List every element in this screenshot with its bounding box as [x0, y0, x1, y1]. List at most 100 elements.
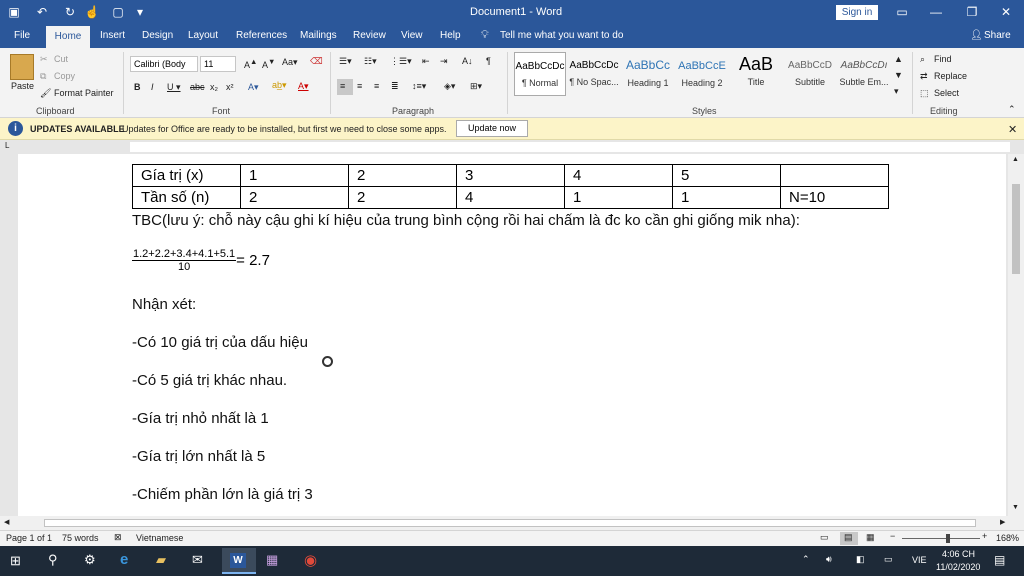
- table-cell[interactable]: 1: [672, 186, 781, 209]
- style-heading-1[interactable]: AaBbCc Heading 1: [622, 52, 674, 96]
- sort-icon[interactable]: A↓: [462, 56, 473, 66]
- tab-view[interactable]: View: [401, 30, 423, 41]
- styles-scroll-up-icon[interactable]: ▲: [894, 54, 903, 64]
- style-title[interactable]: AaB Title: [730, 52, 782, 96]
- action-center-icon[interactable]: ▤: [994, 553, 1005, 567]
- table-cell[interactable]: Gía trị (x): [132, 164, 241, 187]
- style-heading-2[interactable]: AaBbCcE Heading 2: [676, 52, 728, 96]
- tab-review[interactable]: Review: [353, 30, 386, 41]
- text-effects-icon[interactable]: A▾: [248, 82, 259, 93]
- dismiss-update-icon[interactable]: ✕: [1008, 123, 1017, 136]
- volume-icon[interactable]: 🔊︎: [826, 554, 832, 565]
- zoom-out-icon[interactable]: −: [890, 531, 895, 541]
- font-color-icon[interactable]: A▾: [298, 81, 309, 92]
- table-cell[interactable]: 4: [564, 164, 673, 187]
- share-icon[interactable]: 👤︎: [970, 30, 983, 41]
- zoom-in-icon[interactable]: +: [982, 531, 987, 541]
- customize-qat-icon[interactable]: ▾: [132, 4, 148, 20]
- scroll-left-icon[interactable]: ◀: [4, 518, 9, 526]
- ime-icon[interactable]: ▭: [884, 554, 893, 565]
- table-cell[interactable]: 4: [456, 186, 565, 209]
- mail-icon[interactable]: ✉: [192, 552, 203, 568]
- touch-mode-icon[interactable]: ☝: [84, 4, 100, 20]
- scroll-thumb[interactable]: [1012, 184, 1020, 274]
- format-painter-button[interactable]: Format Painter: [54, 88, 114, 98]
- search-icon[interactable]: ⚲: [48, 552, 58, 568]
- document-page[interactable]: Gía trị (x) 1 2 3 4 5 Tần số (n) 2 2 4 1…: [18, 154, 1006, 516]
- table-cell[interactable]: 5: [672, 164, 781, 187]
- increase-indent-icon[interactable]: ⇥: [440, 56, 448, 67]
- tab-mailings[interactable]: Mailings: [300, 30, 337, 41]
- style-no-spacing[interactable]: AaBbCcDc ¶ No Spac...: [568, 52, 620, 96]
- multilevel-list-icon[interactable]: ⋮☰▾: [390, 56, 412, 67]
- minimize-button[interactable]: —: [926, 4, 946, 20]
- tab-insert[interactable]: Insert: [100, 30, 125, 41]
- styles-scroll-down-icon[interactable]: ▼: [894, 70, 903, 80]
- h-scroll-thumb[interactable]: [44, 519, 976, 527]
- file-explorer-icon[interactable]: ▰: [156, 552, 166, 568]
- vertical-scrollbar[interactable]: ▲ ▼: [1008, 154, 1024, 516]
- copy-button[interactable]: Copy: [54, 71, 75, 81]
- shading-icon[interactable]: ◈▾: [444, 81, 455, 92]
- zoom-level[interactable]: 168%: [996, 533, 1019, 543]
- change-case-icon[interactable]: Aa▾: [282, 57, 298, 68]
- word-count[interactable]: 75 words: [62, 533, 99, 543]
- grow-font-icon[interactable]: A▲: [244, 57, 257, 70]
- ribbon-display-icon[interactable]: ▭: [892, 4, 912, 20]
- chrome-icon[interactable]: ◉: [304, 551, 317, 569]
- select-button[interactable]: Select: [934, 88, 959, 98]
- style-subtle-emphasis[interactable]: AaBbCcDı Subtle Em...: [838, 52, 890, 96]
- web-layout-icon[interactable]: ▦: [866, 532, 875, 543]
- table-cell[interactable]: Tần số (n): [132, 186, 241, 209]
- redo-icon[interactable]: ↻: [62, 4, 78, 20]
- shrink-font-icon[interactable]: A▼: [262, 57, 275, 70]
- style-normal[interactable]: AaBbCcDc ¶ Normal: [514, 52, 566, 96]
- tab-references[interactable]: References: [236, 30, 287, 41]
- line-spacing-icon[interactable]: ↕≡▾: [412, 81, 426, 92]
- horizontal-ruler[interactable]: L: [0, 140, 1024, 154]
- highlight-icon[interactable]: ab̲▾: [272, 80, 287, 91]
- underline-button[interactable]: U ▾: [167, 82, 181, 93]
- tab-file[interactable]: File: [14, 30, 30, 41]
- align-right-icon[interactable]: ≡: [374, 81, 379, 91]
- scroll-down-icon[interactable]: ▼: [1012, 504, 1019, 511]
- font-size-select[interactable]: 11: [200, 56, 236, 72]
- table-cell[interactable]: 2: [240, 186, 349, 209]
- justify-icon[interactable]: ≣: [391, 81, 399, 92]
- scroll-up-icon[interactable]: ▲: [1012, 156, 1019, 163]
- superscript-button[interactable]: x²: [226, 82, 234, 92]
- clear-formatting-icon[interactable]: ⌫: [310, 56, 323, 67]
- style-subtitle[interactable]: AaBbCcD Subtitle: [784, 52, 836, 96]
- frequency-table[interactable]: Gía trị (x) 1 2 3 4 5 Tần số (n) 2 2 4 1…: [132, 164, 889, 209]
- zoom-slider[interactable]: [902, 538, 980, 539]
- vertical-ruler[interactable]: [0, 154, 14, 516]
- language-indicator[interactable]: Vietnamese: [136, 533, 183, 543]
- table-cell[interactable]: 3: [456, 164, 565, 187]
- show-marks-icon[interactable]: ¶: [486, 56, 491, 66]
- strikethrough-button[interactable]: abc: [190, 82, 205, 92]
- table-cell[interactable]: 1: [240, 164, 349, 187]
- numbering-icon[interactable]: ☷▾: [364, 56, 377, 67]
- paste-icon[interactable]: [10, 54, 34, 80]
- photos-app-icon[interactable]: ▦: [266, 552, 278, 568]
- windows-start-icon[interactable]: ⊞: [10, 553, 21, 569]
- styles-more-icon[interactable]: ▾: [894, 86, 899, 97]
- word-icon[interactable]: W: [230, 553, 246, 568]
- print-layout-icon[interactable]: ▤: [844, 532, 853, 543]
- align-center-icon[interactable]: ≡: [357, 81, 362, 91]
- scroll-right-icon[interactable]: ▶: [1000, 518, 1005, 526]
- subscript-button[interactable]: x₂: [210, 82, 218, 92]
- page-count[interactable]: Page 1 of 1: [6, 533, 52, 543]
- clock-time[interactable]: 4:06 CH: [942, 549, 975, 559]
- table-cell[interactable]: 2: [348, 164, 457, 187]
- borders-icon[interactable]: ⊞▾: [470, 81, 482, 92]
- paste-button[interactable]: Paste: [11, 81, 34, 91]
- bold-button[interactable]: B: [134, 82, 141, 92]
- tell-me-search[interactable]: Tell me what you want to do: [500, 30, 623, 41]
- tab-selector-icon[interactable]: L: [5, 141, 9, 150]
- horizontal-scrollbar[interactable]: ◀ ▶: [0, 516, 1024, 530]
- table-cell[interactable]: 2: [348, 186, 457, 209]
- close-button[interactable]: ✕: [996, 4, 1016, 20]
- sign-in-button[interactable]: Sign in: [836, 5, 878, 20]
- restore-button[interactable]: ❐: [962, 4, 982, 20]
